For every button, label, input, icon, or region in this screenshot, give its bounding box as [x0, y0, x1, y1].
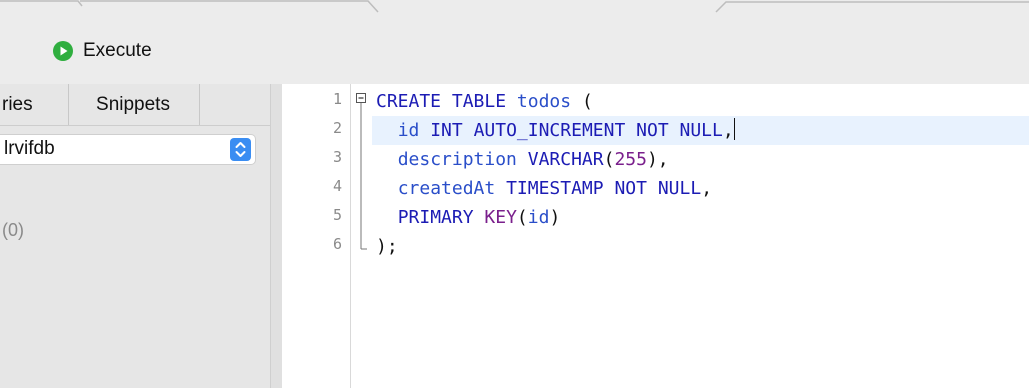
- window-tab-strip: [0, 0, 1029, 14]
- up-down-chevron-icon[interactable]: [230, 138, 251, 161]
- identifier-token: todos: [516, 91, 572, 112]
- line-number: 5: [332, 206, 342, 224]
- keyword-token: VARCHAR: [527, 149, 604, 170]
- line-number: 6: [332, 235, 342, 253]
- line-number: 1: [332, 90, 342, 108]
- execute-button[interactable]: Execute: [52, 37, 152, 65]
- number-token: 255: [614, 149, 647, 170]
- code-line: description VARCHAR(255),: [376, 145, 669, 174]
- line-number: 2: [332, 119, 342, 137]
- toolbar: Execute: [0, 14, 1029, 84]
- sql-editor[interactable]: 1 2 3 4 5 6 CREATE TABLE todos ( id INT …: [282, 84, 1029, 388]
- code-line: CREATE TABLE todos (: [376, 87, 593, 116]
- punct-token: ,: [701, 178, 713, 199]
- tab-strip-lines: [0, 0, 1029, 13]
- punct-token: (: [603, 149, 615, 170]
- keyword-token: TABLE: [451, 91, 507, 112]
- line-number-gutter: 1 2 3 4 5 6: [282, 84, 351, 388]
- text-caret: [733, 118, 735, 140]
- punct-token: ),: [646, 149, 669, 170]
- keyword-token: AUTO_INCREMENT: [473, 120, 626, 141]
- keyword-token: INT: [430, 120, 463, 141]
- identifier-token: description: [397, 149, 517, 170]
- identifier-token: id: [527, 207, 550, 228]
- tab-snippets[interactable]: Snippets: [67, 84, 200, 125]
- keyword-token: PRIMARY: [397, 207, 474, 228]
- keyword-token: NULL: [657, 178, 702, 199]
- code-line: );: [376, 232, 398, 261]
- database-select[interactable]: lrvifdb: [0, 134, 256, 165]
- fold-column: [356, 93, 367, 250]
- play-circle-icon: [53, 41, 73, 61]
- keyword-token: NOT: [636, 120, 669, 141]
- punct-token: ,: [722, 120, 734, 141]
- keyword-token: NOT: [614, 178, 647, 199]
- punct-token: (: [516, 207, 528, 228]
- punct-token: );: [376, 236, 398, 257]
- keyword-token: CREATE: [376, 91, 442, 112]
- punct-token: (: [581, 91, 593, 112]
- execute-label: Execute: [83, 40, 152, 61]
- identifier-token: createdAt: [397, 178, 496, 199]
- punct-token: ): [549, 207, 561, 228]
- tab-queries[interactable]: ries: [0, 84, 69, 125]
- identifier-token: id: [397, 120, 420, 141]
- line-number: 4: [332, 177, 342, 195]
- fold-minus-icon[interactable]: [356, 93, 366, 103]
- line-number: 3: [332, 148, 342, 166]
- keyword-token: TIMESTAMP: [506, 178, 604, 199]
- keyword-token: NULL: [679, 120, 723, 141]
- sidebar-tabs: ries Snippets: [0, 84, 270, 126]
- database-select-value: lrvifdb: [4, 138, 55, 159]
- function-token: KEY: [484, 207, 517, 228]
- code-line: PRIMARY KEY(id): [376, 203, 561, 232]
- left-panel: ries Snippets lrvifdb (0): [0, 84, 270, 388]
- count-text: (0): [2, 220, 24, 240]
- code-line: createdAt TIMESTAMP NOT NULL,: [376, 174, 712, 203]
- code-line: id INT AUTO_INCREMENT NOT NULL,: [376, 116, 735, 145]
